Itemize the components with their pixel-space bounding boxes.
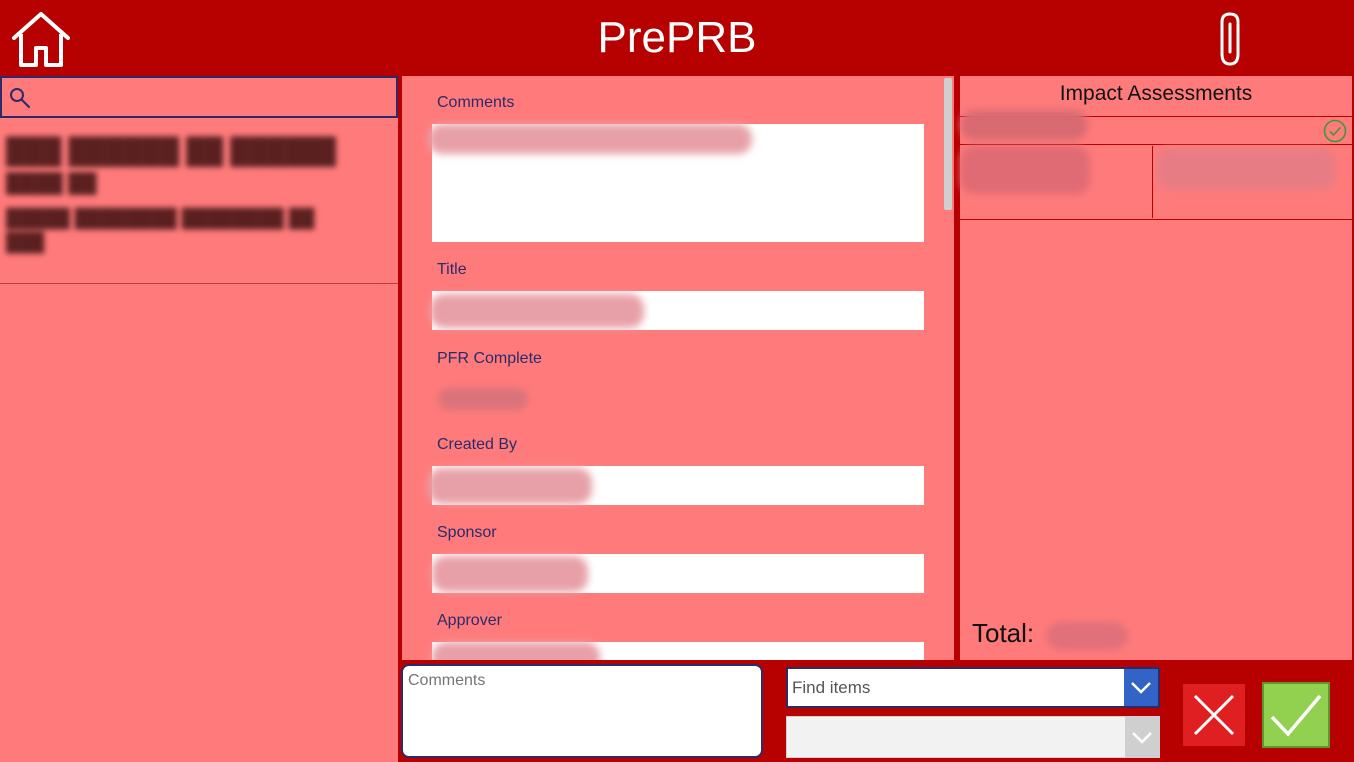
list-item[interactable]: ███ ██████ ██ ██████ ██ ██ ██ ██ ███ ██ ███… — [0, 128, 398, 284]
find-items-dropdown-button[interactable] — [1124, 669, 1158, 706]
divider — [960, 219, 1352, 220]
assessment-detail-redacted — [1156, 148, 1336, 190]
app-title: PrePRB — [597, 13, 757, 62]
sponsor-value-redacted — [432, 556, 588, 592]
impact-assessments-title: Impact Assessments — [1059, 82, 1253, 105]
checkmark-icon — [1270, 694, 1322, 737]
created-by-label: Created By — [437, 436, 518, 453]
comments-input[interactable] — [401, 664, 763, 758]
sponsor-label: Sponsor — [437, 524, 497, 541]
attachments-button[interactable] — [1212, 10, 1252, 68]
impact-assessments-panel: Impact Assessments Total: — [960, 76, 1352, 660]
approver-value-redacted — [432, 642, 600, 660]
paperclip-icon — [1220, 12, 1240, 66]
close-icon — [1193, 694, 1235, 736]
title-value-redacted — [430, 294, 644, 328]
chevron-down-icon — [1132, 732, 1152, 744]
details-form: Comments Title PFR Complete Created By S… — [402, 76, 954, 660]
comments-label: Comments — [437, 94, 515, 111]
total-label: Total: — [972, 618, 1035, 648]
list-item-subtitle: ████ ██ — [6, 172, 97, 194]
find-items-combobox[interactable]: Find items — [786, 667, 1160, 708]
total-value-redacted — [1046, 622, 1128, 650]
pfr-complete-value-redacted — [438, 388, 528, 410]
created-by-value-redacted — [428, 468, 592, 504]
approver-label: Approver — [437, 612, 502, 629]
search-input[interactable] — [38, 82, 388, 112]
secondary-dropdown[interactable] — [786, 716, 1160, 758]
column-divider — [1152, 146, 1153, 218]
divider — [960, 144, 1352, 145]
approve-button[interactable] — [1262, 682, 1330, 748]
record-list-panel: ███ ██████ ██ ██████ ██ ██ ██ ██ ███ ██ ███… — [0, 76, 398, 762]
find-items-placeholder: Find items — [792, 678, 871, 697]
title-label: Title — [437, 261, 467, 278]
list-item-title: ███ ██████ ██ ████████ — [6, 136, 336, 166]
list-item-description: █████ ████████ ████████ ██ ███ — [6, 208, 315, 252]
secondary-dropdown-button[interactable] — [1125, 717, 1159, 757]
top-bar: PrePRB — [0, 0, 1354, 76]
search-box[interactable] — [0, 76, 398, 118]
cancel-button[interactable] — [1183, 684, 1245, 746]
assessment-detail-redacted — [960, 146, 1090, 194]
form-scrollbar[interactable] — [944, 78, 952, 210]
chevron-down-icon — [1131, 682, 1151, 694]
comments-value-redacted — [428, 124, 752, 154]
assessment-name-redacted — [960, 110, 1088, 140]
search-icon — [10, 88, 31, 109]
pfr-complete-label: PFR Complete — [437, 350, 542, 367]
check-circle-icon[interactable] — [1322, 118, 1348, 144]
